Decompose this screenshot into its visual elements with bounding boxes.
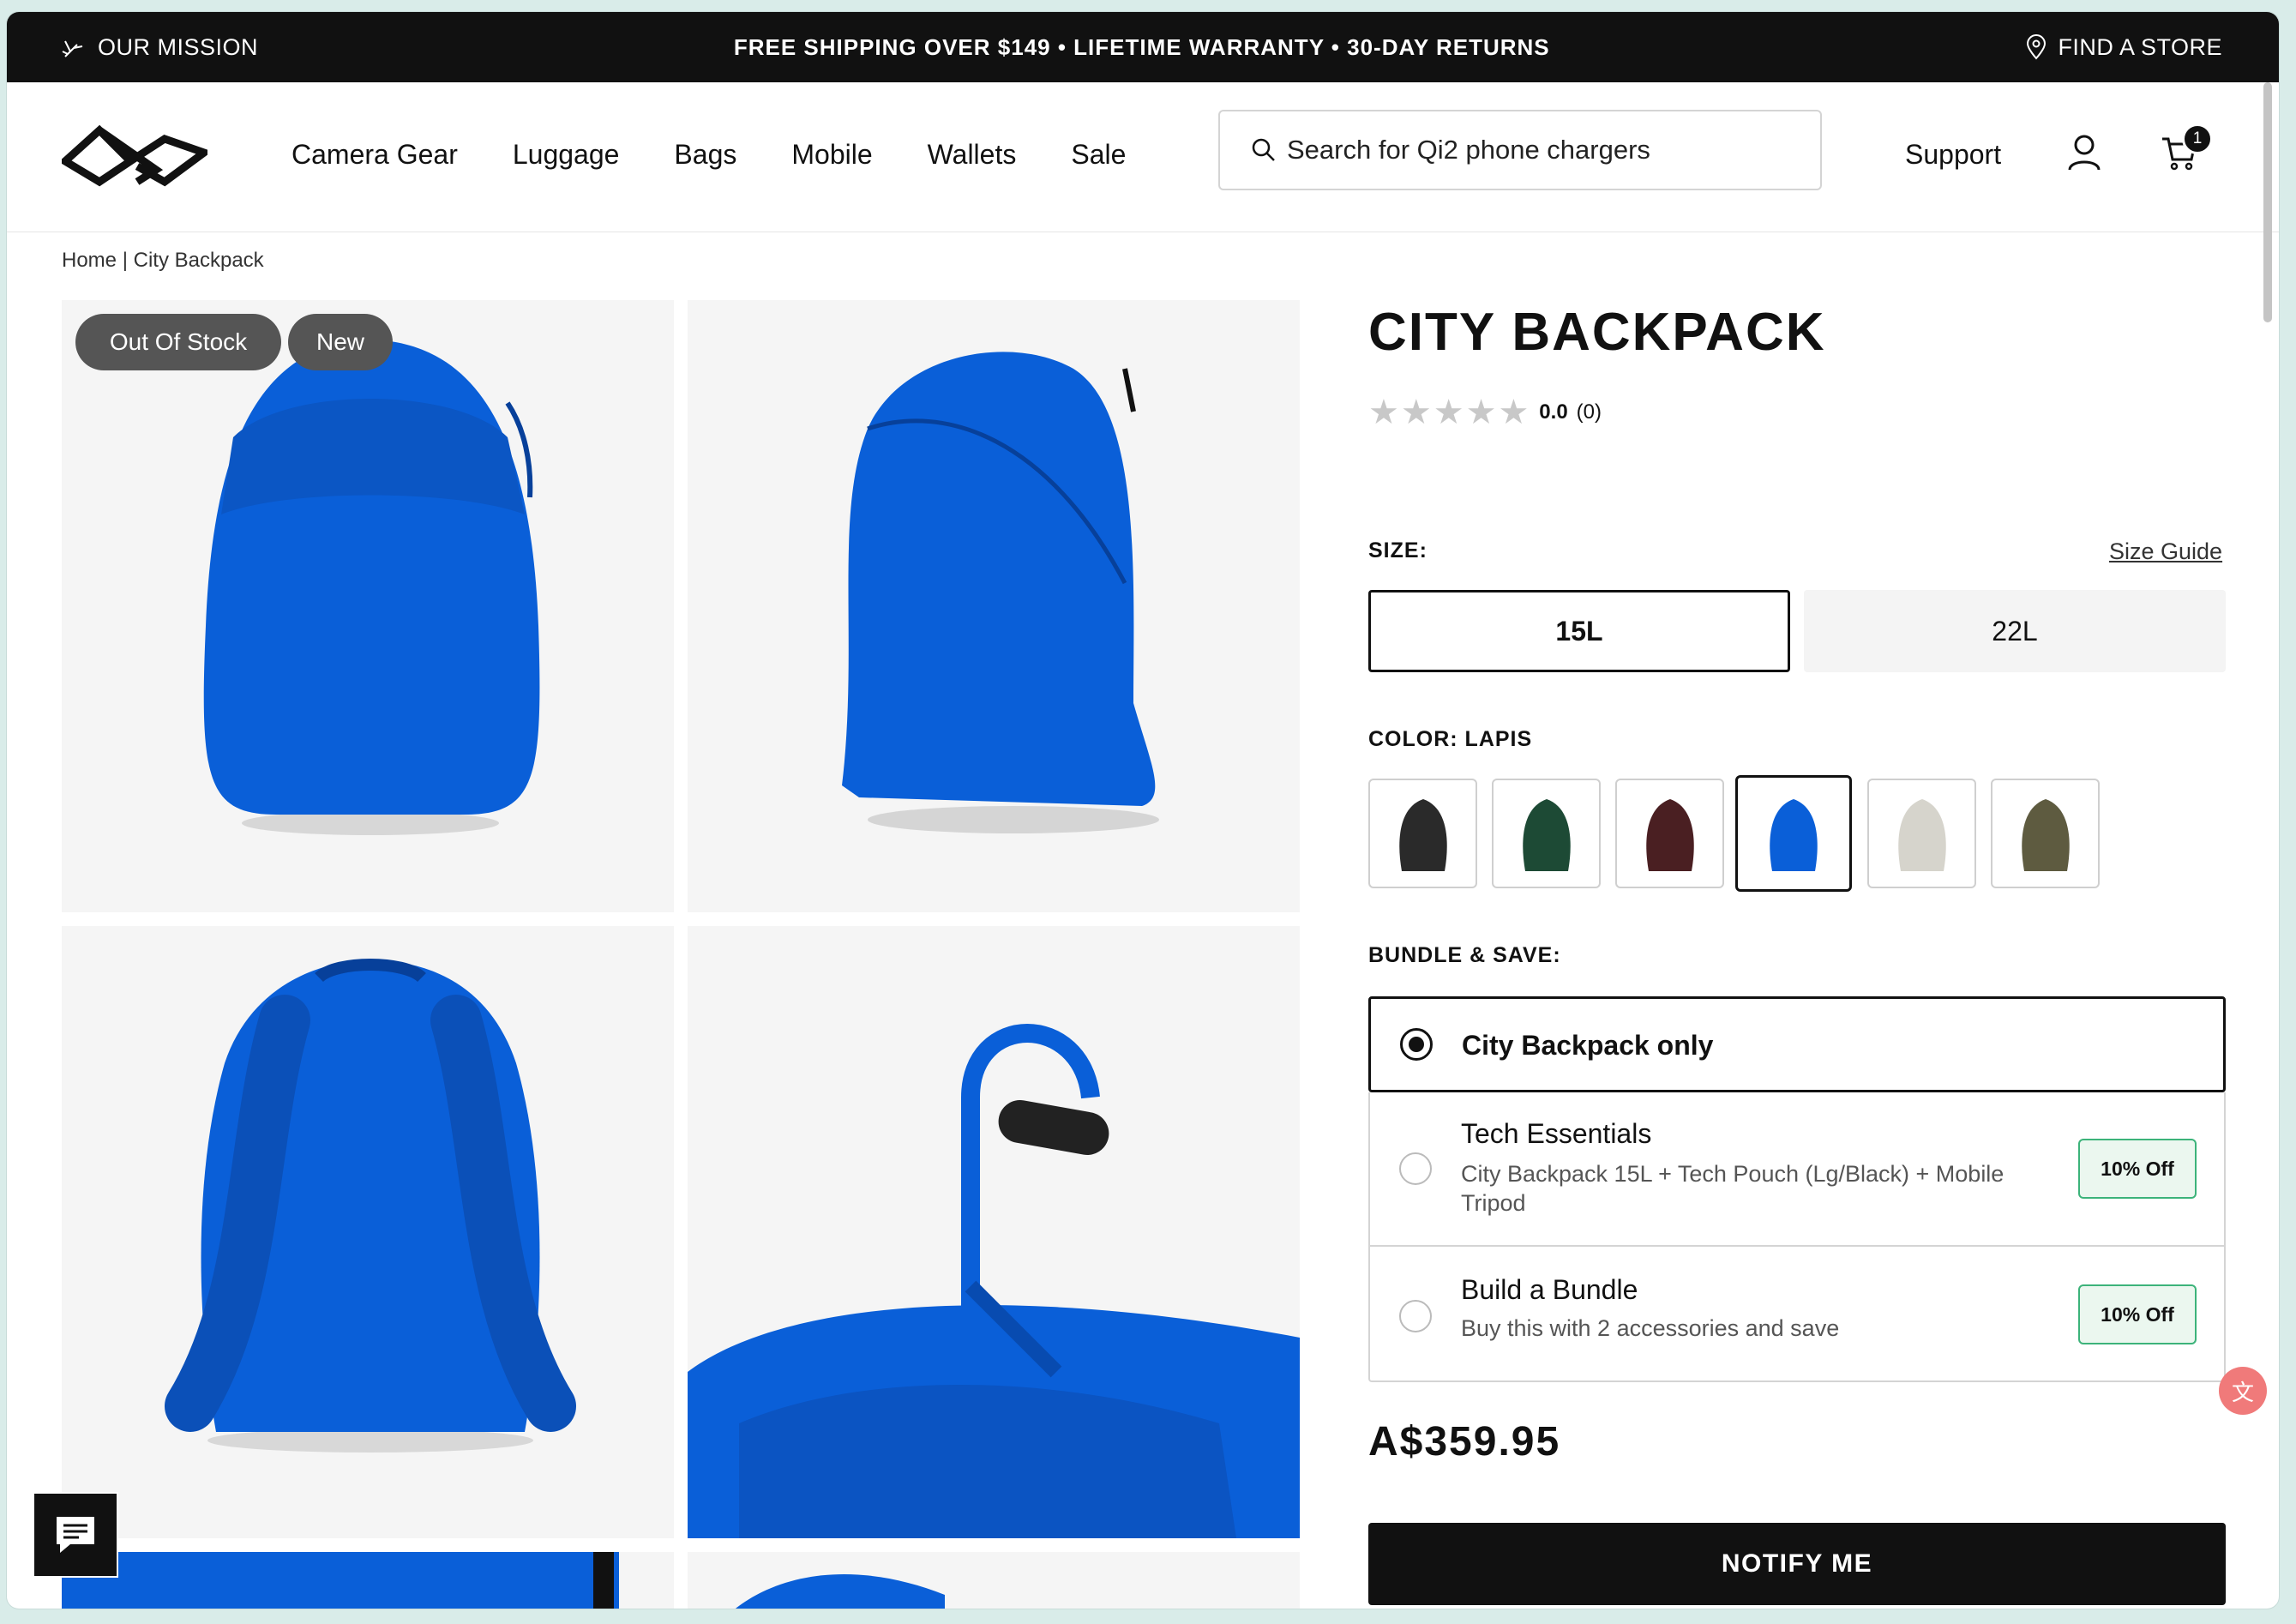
color-swatch-lapis[interactable] [1735,775,1852,892]
nav-sale[interactable]: Sale [1071,139,1126,171]
chat-icon [57,1517,94,1553]
bundle-option-backpack-only[interactable]: City Backpack only [1368,996,2226,1092]
bundle-option-build-a-bundle[interactable]: Build a Bundle Buy this with 2 accessori… [1368,1247,2226,1382]
breadcrumb-current: City Backpack [133,249,264,272]
nav-camera-gear[interactable]: Camera Gear [292,139,458,171]
discount-badge: 10% Off [2078,1139,2197,1199]
nav-bags[interactable]: Bags [674,139,736,171]
size-label: SIZE: [1368,538,1427,562]
nav-wallets[interactable]: Wallets [928,139,1017,171]
breadcrumb: Home | City Backpack [62,249,264,273]
brand-logo-icon[interactable] [62,122,207,190]
search-input[interactable] [1285,134,1803,166]
bundle-title: Tech Essentials [1461,1118,1652,1149]
find-store-link[interactable]: FIND A STORE [2025,34,2222,61]
bundle-option-tech-essentials[interactable]: Tech Essentials City Backpack 15L + Tech… [1368,1092,2226,1247]
breadcrumb-separator: | [122,249,128,272]
backpack-back-image [165,959,576,1453]
swatch-burgundy-backpack [1645,799,1694,871]
swatch-lapis-backpack [1770,799,1818,871]
size-guide-link[interactable]: Size Guide [2109,538,2222,565]
find-store-label: FIND A STORE [2058,33,2222,60]
color-swatch-bone[interactable] [1867,779,1976,888]
product-title: CITY BACKPACK [1368,303,1826,362]
rating-value: 0.0 [1539,400,1568,424]
location-pin-icon [2027,34,2047,60]
backpack-front-image [203,340,540,835]
discount-badge: 10% Off [2078,1284,2197,1344]
bundle-radio[interactable] [1399,1300,1432,1332]
swatch-bone-backpack [1897,799,1946,871]
color-swatch-burgundy[interactable] [1615,779,1724,888]
promo-text: FREE SHIPPING OVER $149 • LIFETIME WARRA… [733,33,1550,60]
nav-luggage[interactable]: Luggage [513,139,620,171]
bundle-title: Build a Bundle [1461,1274,1638,1305]
product-image-front[interactable] [62,300,674,912]
out-of-stock-badge: Out Of Stock [75,314,281,370]
announcement-bar: OUR MISSION FREE SHIPPING OVER $149 • LI… [7,12,2279,82]
bundle-label: BUNDLE & SAVE: [1368,943,1561,967]
scrollbar[interactable] [2263,82,2272,322]
account-icon[interactable] [2067,134,2101,171]
chat-button[interactable] [33,1492,118,1578]
product-image-angle[interactable] [688,300,1300,912]
product-rating[interactable]: ★★★★★ 0.0 (0) [1368,393,1602,432]
bundle-title: City Backpack only [1462,1030,1714,1061]
backpack-angle-image [842,352,1159,833]
support-link[interactable]: Support [1905,139,2001,171]
search-box[interactable] [1218,110,1822,190]
nav-mobile[interactable]: Mobile [791,139,872,171]
color-swatch-green[interactable] [1492,779,1601,888]
backpack-next-image-2 [736,1574,945,1609]
product-image-back[interactable] [62,926,674,1538]
main-nav: Camera Gear Luggage Bags Mobile Wallets … [292,139,1181,171]
rating-count: (0) [1576,400,1602,424]
bundle-description: City Backpack 15L + Tech Pouch (Lg/Black… [1461,1161,2004,1216]
swatch-black-backpack [1398,799,1447,871]
rating-stars-icon: ★★★★★ [1368,394,1531,431]
backpack-next-image-1 [62,1552,619,1609]
bundle-description: Buy this with 2 accessories and save [1461,1315,1840,1341]
backpack-detail-image [688,1024,1300,1538]
translate-icon[interactable]: 文 [2219,1367,2267,1415]
our-mission-link[interactable]: OUR MISSION [60,34,258,61]
product-image-next-1[interactable] [62,1552,674,1609]
color-label: COLOR: LAPIS [1368,727,1533,751]
color-swatch-black[interactable] [1368,779,1477,888]
our-mission-label: OUR MISSION [98,33,259,60]
size-option-15l[interactable]: 15L [1368,590,1790,672]
swatch-green-backpack [1522,799,1571,871]
search-icon [1252,138,1275,161]
new-badge: New [288,314,393,370]
swatch-olive-backpack [2021,799,2070,871]
color-swatch-olive[interactable] [1991,779,2100,888]
plant-icon [62,40,83,57]
product-image-next-2[interactable] [688,1552,1300,1609]
breadcrumb-home[interactable]: Home [62,249,117,272]
size-option-22l[interactable]: 22L [1804,590,2226,672]
bundle-radio[interactable] [1399,1152,1432,1185]
product-image-detail[interactable] [688,926,1300,1538]
notify-me-button[interactable]: NOTIFY ME [1368,1523,2226,1605]
browser-window: OUR MISSION FREE SHIPPING OVER $149 • LI… [7,12,2279,1609]
cart-count-badge: 1 [2182,123,2213,154]
product-price: A$359.95 [1368,1419,1561,1465]
site-header: Camera Gear Luggage Bags Mobile Wallets … [7,82,2279,232]
bundle-radio-selected[interactable] [1400,1028,1433,1061]
